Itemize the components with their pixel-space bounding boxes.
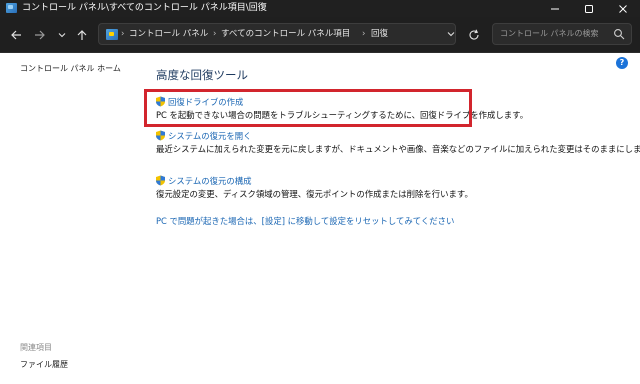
- maximize-button[interactable]: [572, 0, 606, 17]
- close-icon: [619, 4, 627, 13]
- breadcrumb-separator: ›: [121, 29, 125, 39]
- configure-system-restore-link[interactable]: システムの復元の構成: [168, 175, 252, 187]
- open-system-restore-description: 最近システムに加えられた変更を元に戻しますが、ドキュメントや画像、音楽などのファ…: [156, 144, 640, 154]
- breadcrumb-separator: ›: [362, 29, 366, 39]
- forward-button[interactable]: [30, 25, 50, 45]
- search-icon: [614, 29, 625, 40]
- control-panel-icon: [6, 3, 17, 13]
- maximize-icon: [585, 4, 593, 13]
- recent-locations-button[interactable]: [52, 25, 72, 45]
- arrow-up-icon: [77, 30, 87, 40]
- open-system-restore-link[interactable]: システムの復元を開く: [168, 130, 252, 142]
- content-area: コントロール パネル ホーム 関連項目 ファイル履歴 ? 高度な回復ツール 回復…: [0, 53, 640, 384]
- help-icon[interactable]: ?: [616, 57, 628, 69]
- breadcrumb-control-panel[interactable]: コントロール パネル: [129, 24, 208, 44]
- shield-icon: [156, 175, 165, 186]
- shield-icon: [156, 130, 165, 141]
- search-placeholder: コントロール パネルの検索: [500, 29, 599, 38]
- related-items-heading: 関連項目: [20, 343, 52, 352]
- control-panel-home-link[interactable]: コントロール パネル ホーム: [20, 63, 121, 74]
- address-dropdown-button[interactable]: [444, 23, 458, 45]
- address-bar[interactable]: › コントロール パネル › すべてのコントロール パネル項目 › 回復: [98, 23, 456, 45]
- breadcrumb-separator: ›: [213, 29, 217, 39]
- arrow-left-icon: [11, 30, 21, 40]
- arrow-right-icon: [35, 30, 45, 40]
- minimize-icon: [551, 8, 559, 9]
- close-button[interactable]: [606, 0, 640, 17]
- refresh-icon: [469, 29, 479, 40]
- refresh-button[interactable]: [464, 25, 484, 45]
- page-title: 高度な回復ツール: [156, 68, 248, 82]
- chevron-down-icon: [447, 32, 455, 37]
- breadcrumb-all-items[interactable]: すべてのコントロール パネル項目: [221, 24, 350, 44]
- chevron-down-icon: [58, 33, 66, 38]
- navigation-bar: › コントロール パネル › すべてのコントロール パネル項目 › 回復 コント…: [0, 17, 640, 53]
- breadcrumb-recovery[interactable]: 回復: [371, 24, 388, 44]
- window-title: コントロール パネル\すべてのコントロール パネル項目\回復: [22, 3, 267, 13]
- up-button[interactable]: [72, 25, 92, 45]
- back-button[interactable]: [6, 25, 26, 45]
- minimize-button[interactable]: [538, 0, 572, 17]
- file-history-link[interactable]: ファイル履歴: [20, 359, 68, 370]
- control-panel-icon: [106, 29, 118, 40]
- title-bar: コントロール パネル\すべてのコントロール パネル項目\回復: [0, 0, 640, 17]
- configure-system-restore-description: 復元設定の変更、ディスク領域の管理、復元ポイントの作成または削除を行います。: [156, 189, 473, 199]
- reset-pc-settings-link[interactable]: PC で問題が起きた場合は、[設定] に移動して設定をリセットしてみてください: [156, 215, 454, 227]
- search-input[interactable]: コントロール パネルの検索: [492, 23, 632, 45]
- highlight-annotation-box: [144, 89, 472, 127]
